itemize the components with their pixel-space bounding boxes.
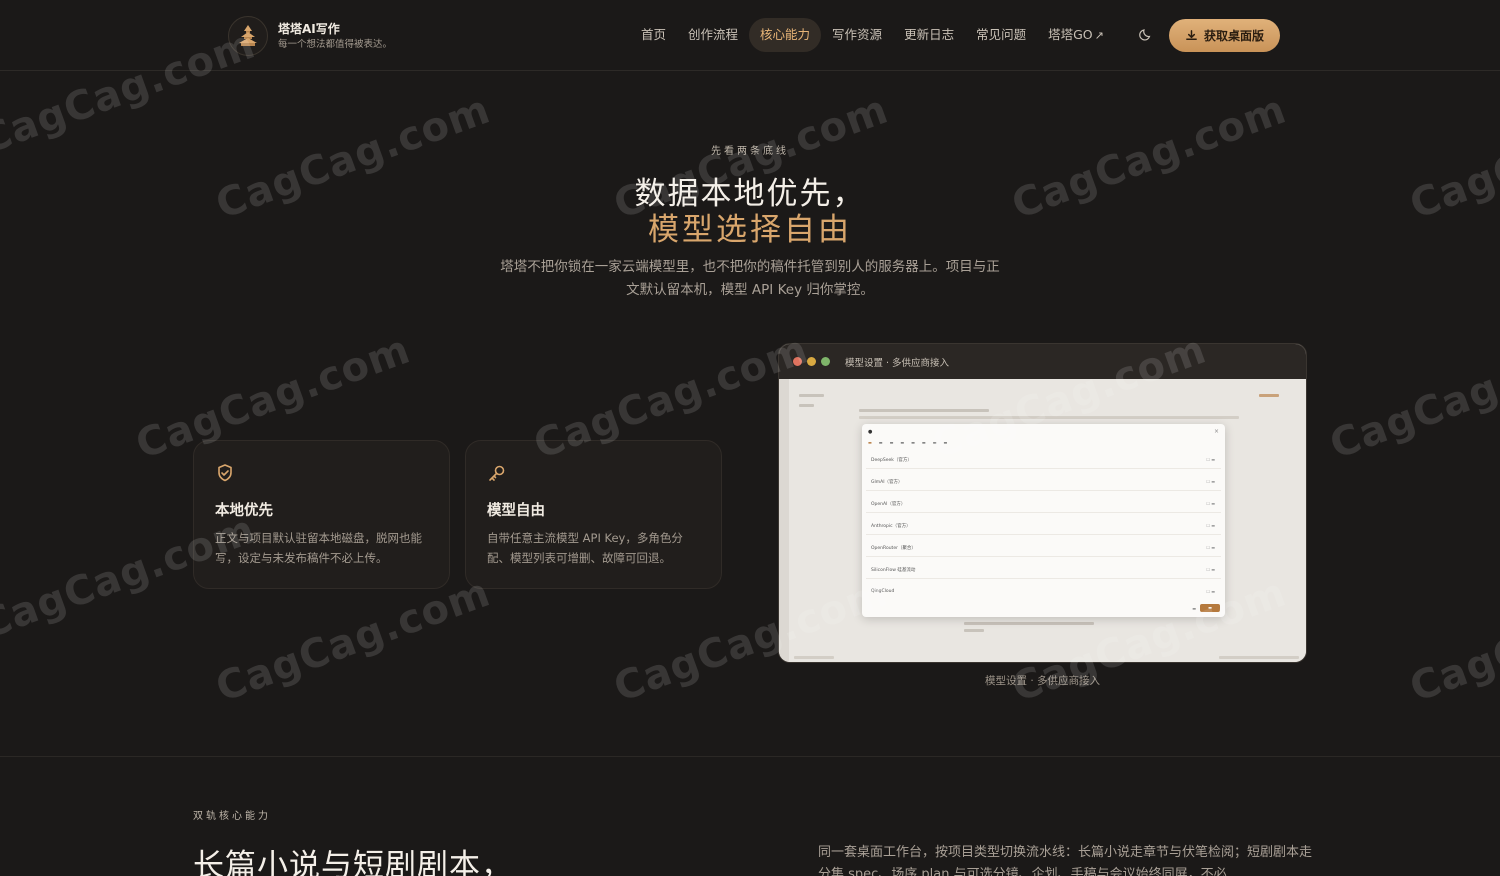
maximize-dot-icon <box>821 357 830 366</box>
hero-title-line2: 模型选择自由 <box>648 212 852 248</box>
provider-row: SiliconFlow 硅基流动 ☐ ▬ <box>866 562 1221 579</box>
screenshot-sidebar <box>779 379 789 662</box>
provider-row: OpenRouter（聚合） ☐ ▬ <box>866 540 1221 557</box>
checkbox-icon: ☐ ▬ <box>1206 545 1215 550</box>
shield-check-icon <box>215 463 235 483</box>
nav-item-changelog[interactable]: 更新日志 <box>893 18 965 52</box>
feature-card-model-freedom: 模型自由 自带任意主流模型 API Key，多角色分配、模型列表可增删、故障可回… <box>465 440 722 589</box>
nav-item-faq[interactable]: 常见问题 <box>965 18 1037 52</box>
provider-name: GlmAI（官方） <box>871 480 903 485</box>
external-link-icon: ↗ <box>1094 29 1104 42</box>
hero-eyebrow: 先看两条底线 <box>711 146 789 157</box>
download-desktop-button[interactable]: 获取桌面版 <box>1169 19 1280 52</box>
nav-item-home[interactable]: 首页 <box>630 18 677 52</box>
nav-item-tata-go[interactable]: 塔塔GO ↗ <box>1037 18 1115 52</box>
provider-row: Anthropic（官方） ☐ ▬ <box>866 518 1221 535</box>
download-icon <box>1186 30 1197 40</box>
provider-name: OpenAI（官方） <box>871 502 906 507</box>
watermark: CagCag.com <box>1324 326 1500 469</box>
brand[interactable]: 塔塔AI写作 每一个想法都值得被表达。 <box>228 16 392 56</box>
provider-row: OpenAI（官方） ☐ ▬ <box>866 496 1221 513</box>
provider-row: GlmAI（官方） ☐ ▬ <box>866 474 1221 491</box>
card-title: 模型自由 <box>487 503 545 519</box>
pagoda-logo-icon <box>228 16 268 56</box>
brand-slogan: 每一个想法都值得被表达。 <box>278 38 393 50</box>
modal-save-button: ▬ <box>1200 604 1220 612</box>
checkbox-icon: ☐ ▬ <box>1206 523 1215 528</box>
minimize-dot-icon <box>807 357 816 366</box>
card-description: 自带任意主流模型 API Key，多角色分配、模型列表可增删、故障可回退。 <box>487 531 683 565</box>
checkbox-icon: ☐ ▬ <box>1206 567 1215 572</box>
top-header: 塔塔AI写作 每一个想法都值得被表达。 首页 创作流程 核心能力 写作资源 更新… <box>0 0 1500 71</box>
app-screenshot-window: 模型设置 · 多供应商接入 ● × ▬ ▬ ▬ ▬ ▬ ▬ ▬ ▬ DeepSeek（官方） ☐… <box>778 343 1307 663</box>
checkbox-icon: ☐ ▬ <box>1206 479 1215 484</box>
provider-row: DeepSeek（官方） ☐ ▬ <box>866 452 1221 469</box>
provider-row: QingCloud ☐ ▬ <box>866 584 1221 601</box>
card-description: 正文与项目默认驻留本地磁盘，脱网也能写，设定与未发布稿件不必上传。 <box>215 531 422 565</box>
brand-name: 塔塔AI写作 <box>278 21 340 36</box>
modal-title: ● <box>868 429 873 435</box>
provider-name: SiliconFlow 硅基流动 <box>871 568 916 573</box>
modal-tabs: ▬ ▬ ▬ ▬ ▬ ▬ ▬ ▬ <box>868 440 948 445</box>
model-settings-screenshot: ● × ▬ ▬ ▬ ▬ ▬ ▬ ▬ ▬ DeepSeek（官方） ☐ ▬ GlmAI（官方） ☐ … <box>779 379 1306 662</box>
provider-name: Anthropic（官方） <box>871 524 911 529</box>
watermark: CagCag.com <box>1404 569 1500 712</box>
section2-title: 长篇小说与短剧剧本， <box>193 848 513 876</box>
hero-description: 塔塔不把你锁在一家云端模型里，也不把你的稿件托管到别人的服务器上。项目与正文默认… <box>500 259 1000 298</box>
nav-item-resources[interactable]: 写作资源 <box>821 18 893 52</box>
nav-item-core-features[interactable]: 核心能力 <box>749 18 822 52</box>
model-settings-modal: ● × ▬ ▬ ▬ ▬ ▬ ▬ ▬ ▬ DeepSeek（官方） ☐ ▬ GlmAI（官方） ☐ … <box>862 424 1225 617</box>
main-nav: 首页 创作流程 核心能力 写作资源 更新日志 常见问题 塔塔GO ↗ <box>630 18 1115 52</box>
section-divider <box>0 756 1500 757</box>
key-icon <box>487 463 507 483</box>
feature-card-local-first: 本地优先 正文与项目默认驻留本地磁盘，脱网也能写，设定与未发布稿件不必上传。 <box>193 440 450 589</box>
download-desktop-label: 获取桌面版 <box>1203 29 1264 43</box>
nav-item-tata-go-label: 塔塔GO <box>1048 27 1093 42</box>
nav-item-workflow[interactable]: 创作流程 <box>677 18 749 52</box>
card-title: 本地优先 <box>215 503 273 519</box>
checkbox-icon: ☐ ▬ <box>1206 589 1215 594</box>
moon-icon[interactable] <box>1138 26 1156 44</box>
modal-cancel-button: ▬ <box>1192 606 1196 611</box>
watermark: CagCag.com <box>210 569 497 712</box>
section2-eyebrow: 双轨核心能力 <box>193 811 271 822</box>
window-title: 模型设置 · 多供应商接入 <box>845 357 950 369</box>
window-titlebar: 模型设置 · 多供应商接入 <box>779 344 1306 379</box>
section2-description: 同一套桌面工作台，按项目类型切换流水线：长篇小说走章节与伏笔检阅；短剧剧本走分集… <box>818 845 1313 876</box>
provider-name: QingCloud <box>871 589 895 594</box>
checkbox-icon: ☐ ▬ <box>1206 457 1215 462</box>
checkbox-icon: ☐ ▬ <box>1206 501 1215 506</box>
close-icon: × <box>1213 428 1219 435</box>
screenshot-caption: 模型设置 · 多供应商接入 <box>984 675 1100 687</box>
close-dot-icon <box>793 357 802 366</box>
provider-name: DeepSeek（官方） <box>871 458 912 463</box>
provider-name: OpenRouter（聚合） <box>871 546 916 551</box>
